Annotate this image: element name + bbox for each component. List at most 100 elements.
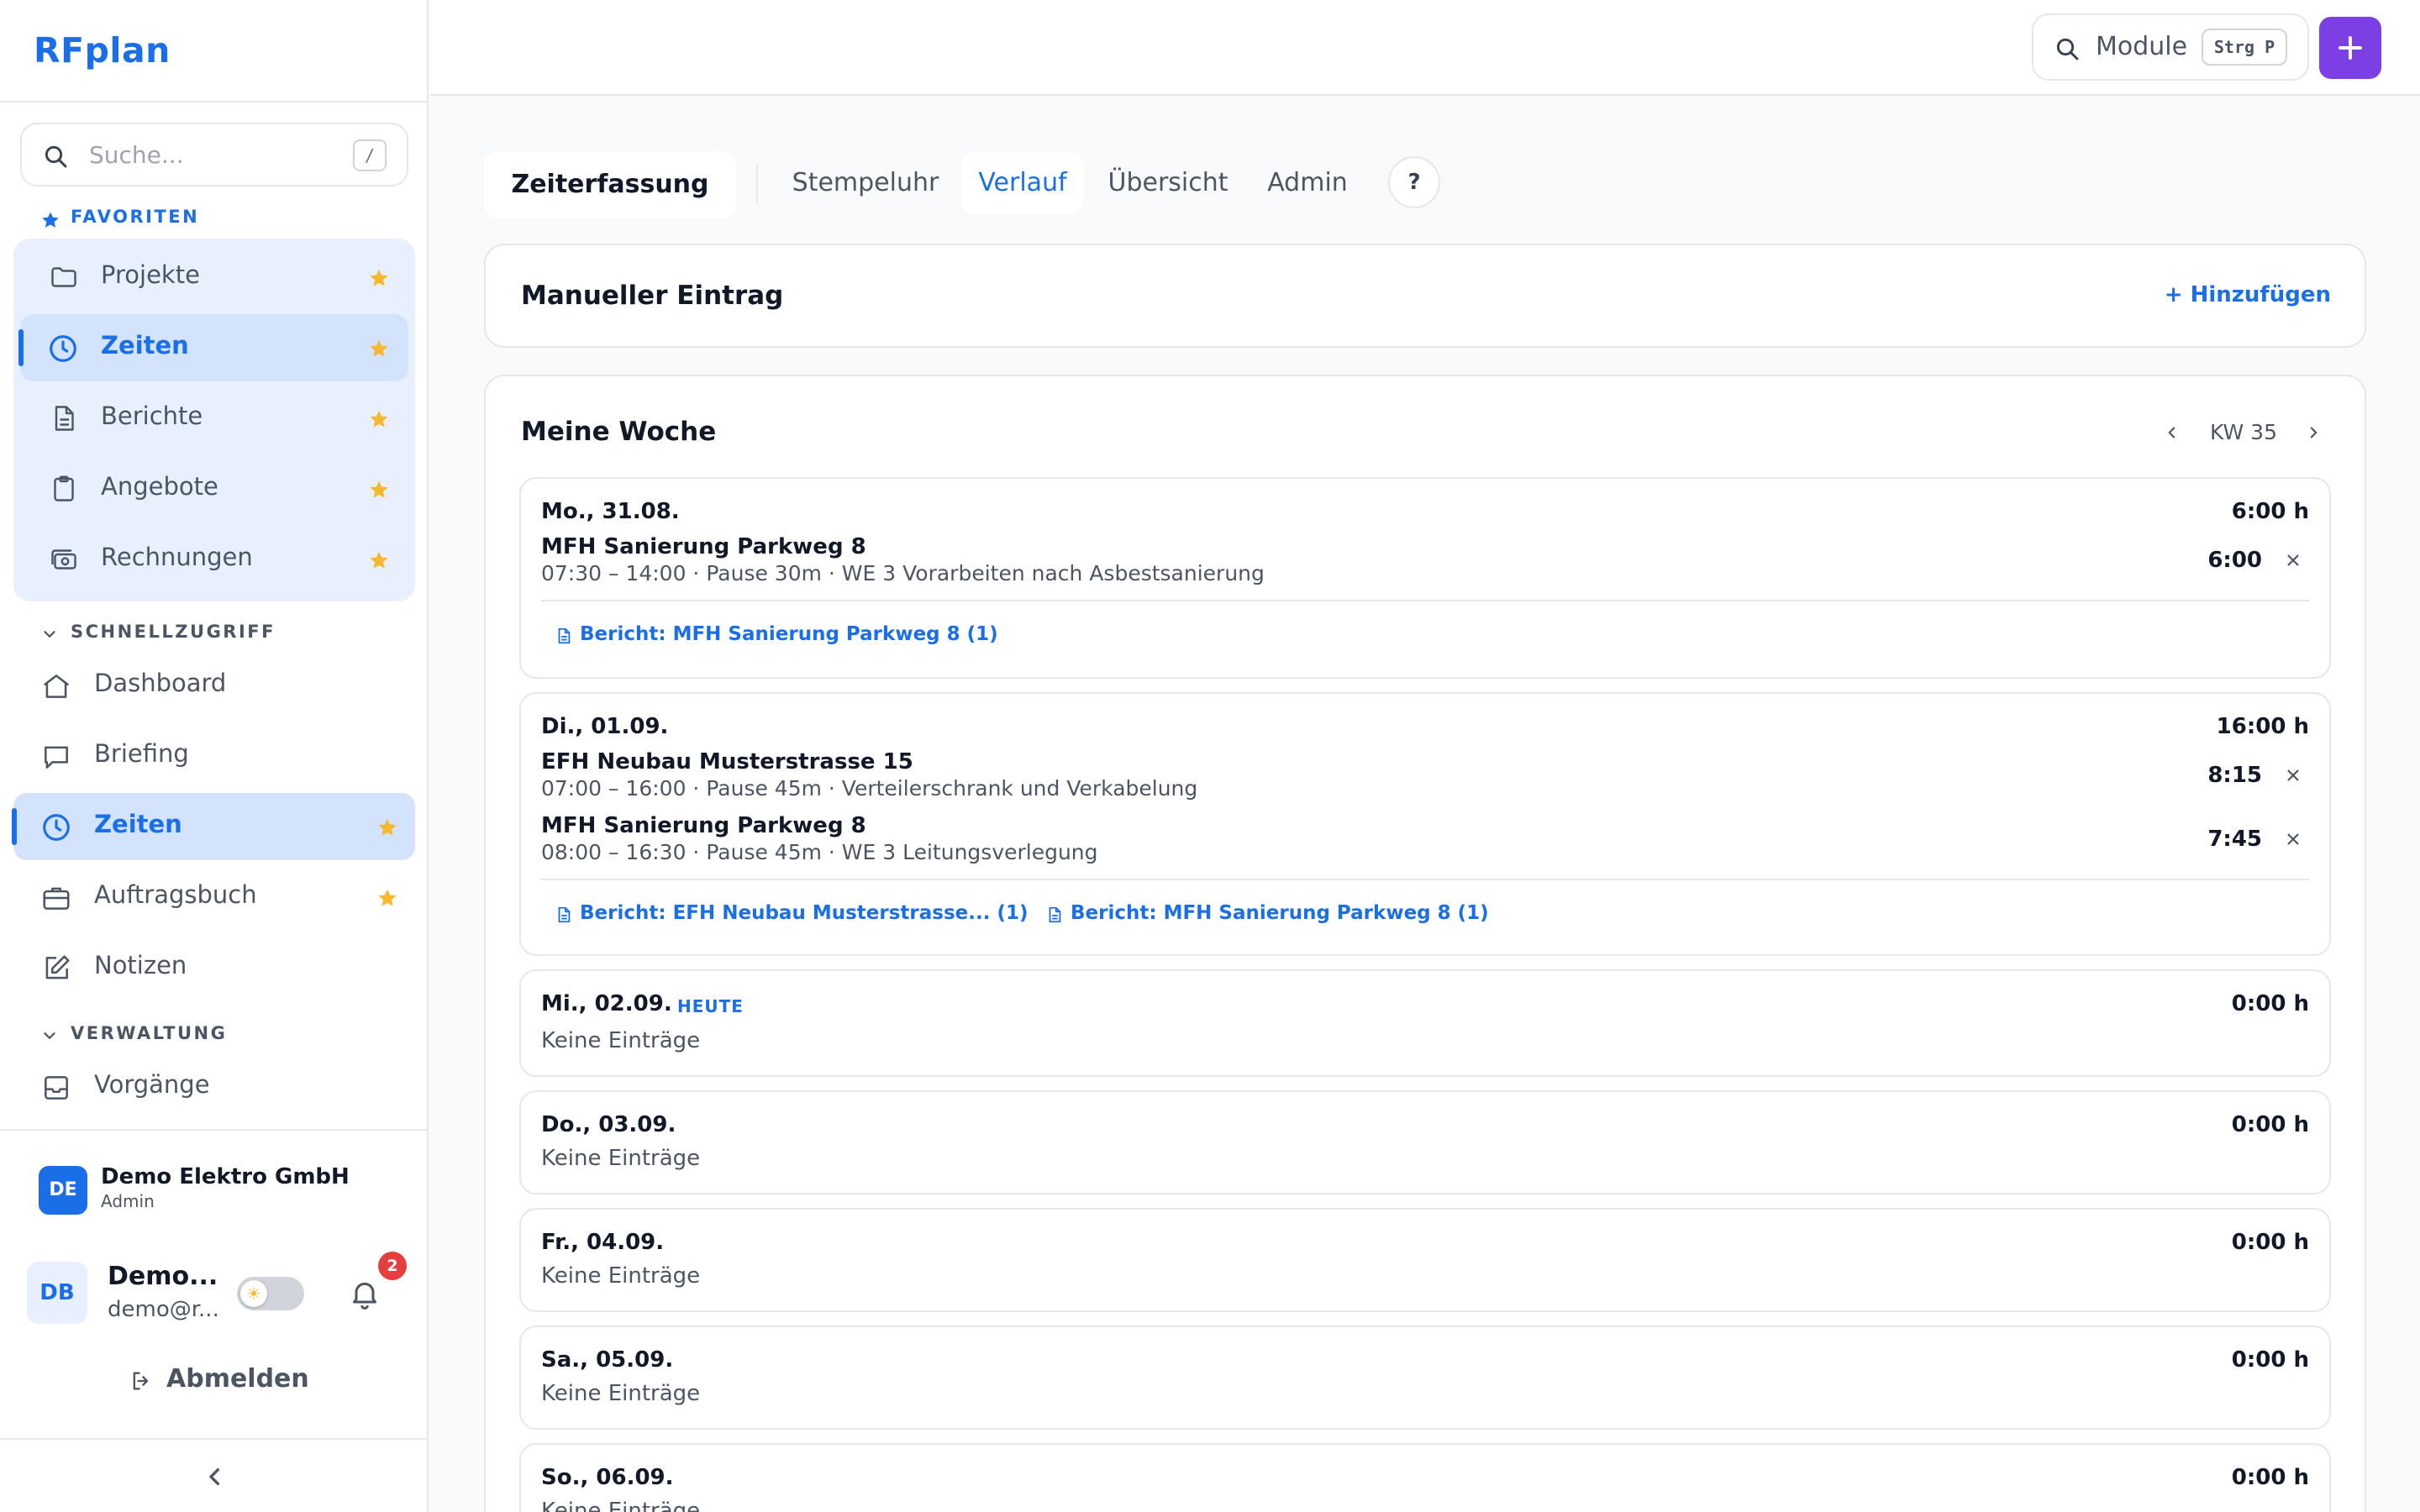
plus-icon xyxy=(2338,36,2362,60)
bell-icon[interactable] xyxy=(348,1277,381,1310)
nav-label: Dashboard xyxy=(94,669,227,697)
sidebar-fav-angebote[interactable]: Angebote xyxy=(20,455,408,522)
empty-state: Keine Einträge xyxy=(541,1146,701,1171)
divider xyxy=(0,101,429,102)
logout-icon xyxy=(133,1372,149,1390)
day-date: Mo., 31.08. xyxy=(541,499,680,524)
tab-verlauf[interactable]: Verlauf xyxy=(961,153,1084,213)
entry-meta: 07:00 – 16:00 · Pause 45m · Verteilersch… xyxy=(541,776,1198,801)
briefcase-icon xyxy=(43,887,70,910)
chevron-right-icon[interactable] xyxy=(2302,422,2324,444)
tab-admin[interactable]: Admin xyxy=(1257,153,1358,213)
nav-label: Briefing xyxy=(94,739,189,768)
divider xyxy=(0,1129,429,1131)
entry-meta: 07:30 – 14:00 · Pause 30m · WE 3 Vorarbe… xyxy=(541,561,1265,585)
day-date: Sa., 05.09. xyxy=(541,1347,674,1373)
day-card: Sa., 05.09. 0:00 h Keine Einträge xyxy=(519,1326,2331,1430)
day-card: So., 06.09. 0:00 h Keine Einträge xyxy=(519,1443,2331,1512)
day-total: 0:00 h xyxy=(2231,1230,2309,1255)
nav-label: Rechnungen xyxy=(101,543,253,571)
clock-icon xyxy=(43,814,70,841)
add-entry-button[interactable]: + Hinzufügen xyxy=(2165,282,2331,307)
chevron-down-icon[interactable] xyxy=(40,625,59,643)
tab-uebersicht[interactable]: Übersicht xyxy=(1097,153,1239,213)
add-button[interactable] xyxy=(2319,17,2381,79)
sidebar-fav-rechnungen[interactable]: Rechnungen xyxy=(20,526,408,593)
user-email: demo@r... xyxy=(108,1297,219,1322)
home-icon xyxy=(43,675,70,698)
module-search-label: Module xyxy=(2096,32,2188,61)
star-icon[interactable] xyxy=(368,408,390,430)
sidebar-item-vorgaenge[interactable]: Vorgänge xyxy=(13,1053,415,1121)
sidebar-fav-berichte[interactable]: Berichte xyxy=(20,385,408,452)
page-title: Zeiterfassung xyxy=(484,151,736,218)
section-schnellzugriff[interactable]: SCHNELLZUGRIFF xyxy=(71,622,276,642)
notification-badge: 2 xyxy=(378,1252,407,1280)
star-icon[interactable] xyxy=(376,816,398,838)
report-link-label: Bericht: MFH Sanierung Parkweg 8 (1) xyxy=(1071,902,1489,924)
org-name[interactable]: Demo Elektro GmbH xyxy=(101,1164,350,1189)
star-icon[interactable] xyxy=(368,338,390,360)
close-icon[interactable] xyxy=(2282,828,2304,850)
nav-label: Notizen xyxy=(94,951,187,979)
search-icon xyxy=(2056,38,2079,60)
entry-meta: 08:00 – 16:30 · Pause 45m · WE 3 Leitung… xyxy=(541,840,1098,864)
module-search-button[interactable]: Module Strg P xyxy=(2032,13,2309,81)
section-verwaltung[interactable]: VERWALTUNG xyxy=(71,1023,227,1043)
day-date: Fr., 04.09. xyxy=(541,1230,665,1255)
manual-entry-card: Manueller Eintrag + Hinzufügen xyxy=(484,244,2366,348)
chat-icon xyxy=(45,746,68,769)
entry-duration: 6:00 xyxy=(2207,548,2262,573)
org-avatar[interactable]: DE xyxy=(39,1166,87,1215)
sidebar-item-briefing[interactable]: Briefing xyxy=(13,722,415,790)
sun-icon: ☀ xyxy=(240,1280,267,1307)
sidebar-fav-zeiten[interactable]: Zeiten xyxy=(18,314,408,381)
day-date: Mi., 02.09. xyxy=(541,991,672,1016)
chevron-left-icon[interactable] xyxy=(2161,422,2183,444)
tab-stempeluhr[interactable]: Stempeluhr xyxy=(781,153,950,213)
day-date: Do., 03.09. xyxy=(541,1112,676,1137)
inbox-icon xyxy=(45,1076,68,1100)
sidebar-item-auftragsbuch[interactable]: Auftragsbuch xyxy=(13,864,415,931)
section-favorites: FAVORITEN xyxy=(71,207,200,227)
active-indicator xyxy=(12,808,17,845)
report-link-label: Bericht: EFH Neubau Musterstrasse... (1) xyxy=(580,902,1028,924)
sidebar-item-dashboard[interactable]: Dashboard xyxy=(13,652,415,719)
sidebar-item-zeiten[interactable]: Zeiten xyxy=(12,793,415,860)
nav-label: Berichte xyxy=(101,402,203,430)
folder-icon xyxy=(51,267,76,287)
nav-label: Vorgänge xyxy=(94,1070,210,1099)
document-icon xyxy=(55,406,74,431)
topbar: Module Strg P xyxy=(430,0,2420,96)
star-icon[interactable] xyxy=(376,887,398,909)
divider xyxy=(0,1438,429,1440)
user-name: Demo... xyxy=(108,1262,218,1291)
day-card: Do., 03.09. 0:00 h Keine Einträge xyxy=(519,1090,2331,1194)
day-total: 0:00 h xyxy=(2231,1112,2309,1137)
collapse-sidebar-icon[interactable] xyxy=(198,1460,232,1494)
logout-label: Abmelden xyxy=(166,1364,309,1394)
manual-entry-title: Manueller Eintrag xyxy=(521,281,784,311)
day-date: So., 06.09. xyxy=(541,1465,674,1490)
star-icon[interactable] xyxy=(368,549,390,571)
theme-toggle[interactable]: ☀ xyxy=(237,1277,304,1310)
sidebar-fav-projekte[interactable]: Projekte xyxy=(20,244,408,311)
help-button[interactable]: ? xyxy=(1388,156,1440,208)
app-logo[interactable]: RFplan xyxy=(34,30,171,71)
day-total: 0:00 h xyxy=(2231,1347,2309,1373)
entry-title: EFH Neubau Musterstrasse 15 xyxy=(541,749,913,774)
divider xyxy=(541,600,2309,601)
star-icon[interactable] xyxy=(368,267,390,289)
user-avatar[interactable]: DB xyxy=(27,1262,87,1324)
divider xyxy=(541,879,2309,880)
empty-state: Keine Einträge xyxy=(541,1381,701,1406)
close-icon[interactable] xyxy=(2282,549,2304,571)
document-icon xyxy=(1049,906,1061,923)
today-badge: HEUTE xyxy=(677,996,744,1016)
entry-title: MFH Sanierung Parkweg 8 xyxy=(541,813,866,838)
sidebar-search-input[interactable]: Suche... / xyxy=(20,123,408,186)
star-icon[interactable] xyxy=(368,479,390,501)
sidebar-item-notizen[interactable]: Notizen xyxy=(13,934,415,1001)
close-icon[interactable] xyxy=(2282,764,2304,786)
chevron-down-icon[interactable] xyxy=(40,1026,59,1045)
